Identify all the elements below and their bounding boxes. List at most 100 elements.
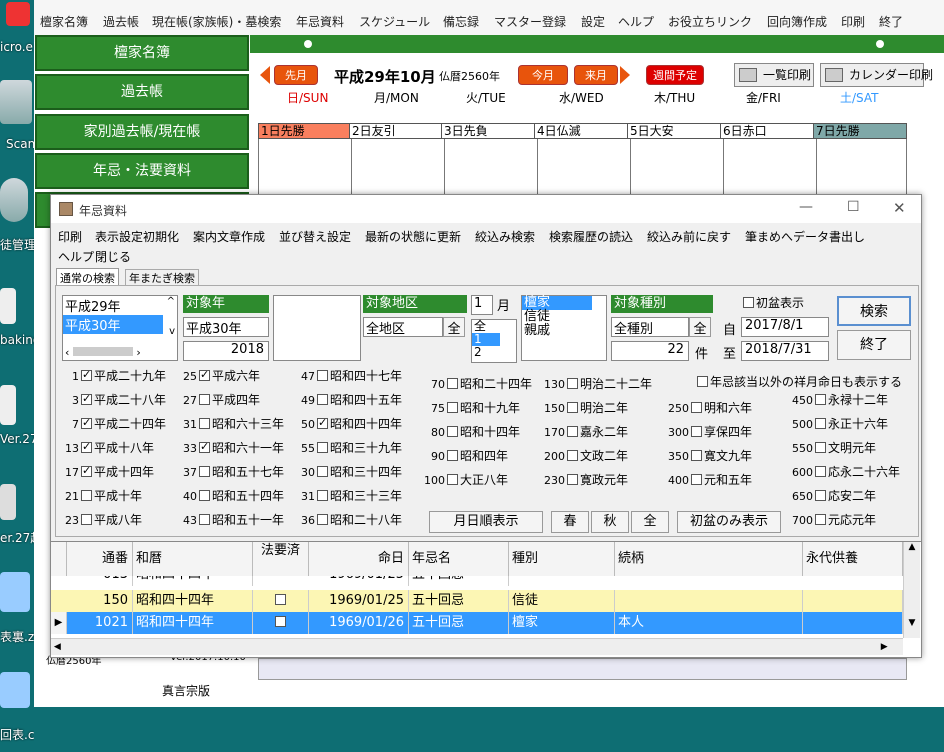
- era-item-2[interactable]: 平成30年: [63, 315, 163, 334]
- autumn-button[interactable]: 秋: [591, 511, 629, 533]
- menu-links[interactable]: お役立ちリンク: [668, 13, 752, 30]
- year-checkbox-500[interactable]: 500 永正十六年: [785, 415, 888, 432]
- dmenu-close[interactable]: 閉じる: [95, 248, 131, 265]
- checkbox[interactable]: [317, 466, 328, 477]
- dmenu-help[interactable]: ヘルプ: [58, 248, 94, 265]
- year-checkbox-47[interactable]: 47 昭和四十七年: [295, 367, 402, 384]
- day-cell-4[interactable]: 4日仏滅: [534, 123, 628, 139]
- era-listbox[interactable]: 平成29年 平成30年 ^ v ‹ ›: [62, 295, 178, 361]
- checkbox[interactable]: [81, 416, 92, 429]
- year-checkbox-75[interactable]: 75 昭和十九年: [417, 399, 520, 416]
- checkbox[interactable]: [447, 474, 458, 485]
- year-checkbox-3[interactable]: 3 平成二十八年: [59, 391, 166, 408]
- maximize-icon[interactable]: ☐: [847, 199, 860, 215]
- prev-month-button[interactable]: 先月: [274, 65, 318, 85]
- cell-done-checkbox[interactable]: [253, 590, 309, 612]
- checkbox[interactable]: [317, 416, 328, 429]
- type-item-danka[interactable]: 檀家: [522, 296, 592, 310]
- month-listbox[interactable]: 全 1 2: [471, 319, 517, 363]
- checkbox[interactable]: [815, 466, 826, 477]
- checkbox[interactable]: [317, 370, 328, 381]
- dmenu-guide[interactable]: 案内文章作成: [193, 228, 265, 245]
- checkbox[interactable]: [81, 368, 92, 381]
- checkbox[interactable]: [317, 394, 328, 405]
- nav-danka-button[interactable]: 檀家名簿: [35, 35, 249, 71]
- checkbox[interactable]: [567, 378, 578, 389]
- checkbox[interactable]: [691, 402, 702, 413]
- type-listbox[interactable]: 檀家 信徒 親戚: [521, 295, 607, 361]
- year-checkbox-200[interactable]: 200 文政二年: [537, 447, 628, 464]
- year-checkbox-25[interactable]: 25 平成六年: [177, 367, 260, 384]
- year-checkbox-17[interactable]: 17 平成十四年: [59, 463, 154, 480]
- menu-ekobo[interactable]: 回向簿作成: [767, 13, 827, 30]
- day-cell-6[interactable]: 6日赤口: [720, 123, 814, 139]
- checkbox[interactable]: [317, 514, 328, 525]
- menu-nenki[interactable]: 年忌資料: [296, 13, 344, 30]
- shortcut-desktop-icon[interactable]: [0, 484, 16, 520]
- year-checkbox-300[interactable]: 300 享保四年: [661, 423, 752, 440]
- next-month-button[interactable]: 来月: [574, 65, 618, 85]
- checkbox[interactable]: [199, 466, 210, 477]
- table-vscroll[interactable]: ▲ ▼: [903, 542, 920, 638]
- cab-desktop-icon[interactable]: [0, 672, 30, 708]
- year-checkbox-43[interactable]: 43 昭和五十一年: [177, 511, 284, 528]
- checkbox[interactable]: [447, 378, 458, 389]
- checkbox[interactable]: [567, 402, 578, 413]
- checkbox[interactable]: [199, 440, 210, 453]
- checkbox[interactable]: [317, 442, 328, 453]
- monthly-checkbox[interactable]: 年忌該当以外の祥月命日も表示する: [695, 373, 902, 390]
- year-checkbox-49[interactable]: 49 昭和四十五年: [295, 391, 402, 408]
- year-checkbox-37[interactable]: 37 昭和五十七年: [177, 463, 284, 480]
- tab-cross-year-search[interactable]: 年またぎ検索: [125, 269, 199, 286]
- year-checkbox-350[interactable]: 350 寛文九年: [661, 447, 752, 464]
- area-field[interactable]: 全地区: [363, 317, 443, 337]
- close-icon[interactable]: ✕: [893, 199, 906, 217]
- year-checkbox-90[interactable]: 90 昭和四年: [417, 447, 508, 464]
- type-item-shinseki[interactable]: 親戚: [522, 324, 606, 338]
- checkbox[interactable]: [199, 394, 210, 405]
- col-header-done[interactable]: 法要済: [253, 542, 309, 576]
- year-checkbox-400[interactable]: 400 元和五年: [661, 471, 752, 488]
- app-desktop-icon[interactable]: [6, 2, 30, 26]
- menu-schedule[interactable]: スケジュール: [359, 13, 430, 30]
- zip-desktop-icon[interactable]: [0, 572, 30, 612]
- table-hscroll[interactable]: ◀ ▶: [51, 638, 903, 655]
- next-arrow-icon[interactable]: [620, 66, 630, 84]
- year-checkbox-450[interactable]: 450 永禄十二年: [785, 391, 888, 408]
- checkbox[interactable]: [81, 514, 92, 525]
- checkbox[interactable]: [567, 426, 578, 437]
- dmenu-filter[interactable]: 絞込み検索: [475, 228, 535, 245]
- dmenu-export[interactable]: 筆まめへデータ書出し: [745, 228, 865, 245]
- day-cell-2[interactable]: 2日友引: [349, 123, 442, 139]
- checkbox[interactable]: [815, 490, 826, 501]
- checkbox[interactable]: [567, 450, 578, 461]
- nav-kakocho-button[interactable]: 過去帳: [35, 74, 249, 110]
- checkbox[interactable]: [447, 450, 458, 461]
- month-field[interactable]: 1: [471, 295, 493, 315]
- col-header-eitai[interactable]: 永代供養: [803, 542, 903, 576]
- year-checkbox-230[interactable]: 230 寛政元年: [537, 471, 628, 488]
- checkbox[interactable]: [815, 418, 826, 429]
- table-row[interactable]: 150 昭和四十四年 1969/01/25 五十回忌 信徒: [51, 590, 903, 612]
- year-checkbox-130[interactable]: 130 明治二十二年: [537, 375, 652, 392]
- checkbox[interactable]: [81, 490, 92, 501]
- year-checkbox-30[interactable]: 30 昭和三十四年: [295, 463, 402, 480]
- end-button[interactable]: 終了: [837, 330, 911, 360]
- dmenu-undo-filter[interactable]: 絞込み前に戻す: [647, 228, 731, 245]
- col-header-relation[interactable]: 続柄: [615, 542, 803, 576]
- first-bon-checkbox[interactable]: 初盆表示: [741, 294, 804, 311]
- year-checkbox-50[interactable]: 50 昭和四十四年: [295, 415, 402, 432]
- area-listbox[interactable]: [273, 295, 361, 361]
- checkbox[interactable]: [317, 490, 328, 501]
- checkbox[interactable]: [199, 368, 210, 381]
- checkbox[interactable]: [567, 474, 578, 485]
- year-checkbox-21[interactable]: 21 平成十年: [59, 487, 142, 504]
- year-checkbox-40[interactable]: 40 昭和五十四年: [177, 487, 284, 504]
- area-all-button[interactable]: 全: [443, 317, 465, 337]
- checkbox[interactable]: [81, 392, 92, 405]
- day-cell-7[interactable]: 7日先勝: [813, 123, 907, 139]
- year-checkbox-13[interactable]: 13 平成十八年: [59, 439, 154, 456]
- menu-kakocho[interactable]: 過去帳: [103, 13, 139, 30]
- menu-print[interactable]: 印刷: [841, 13, 865, 30]
- target-year-field[interactable]: 平成30年: [183, 317, 269, 337]
